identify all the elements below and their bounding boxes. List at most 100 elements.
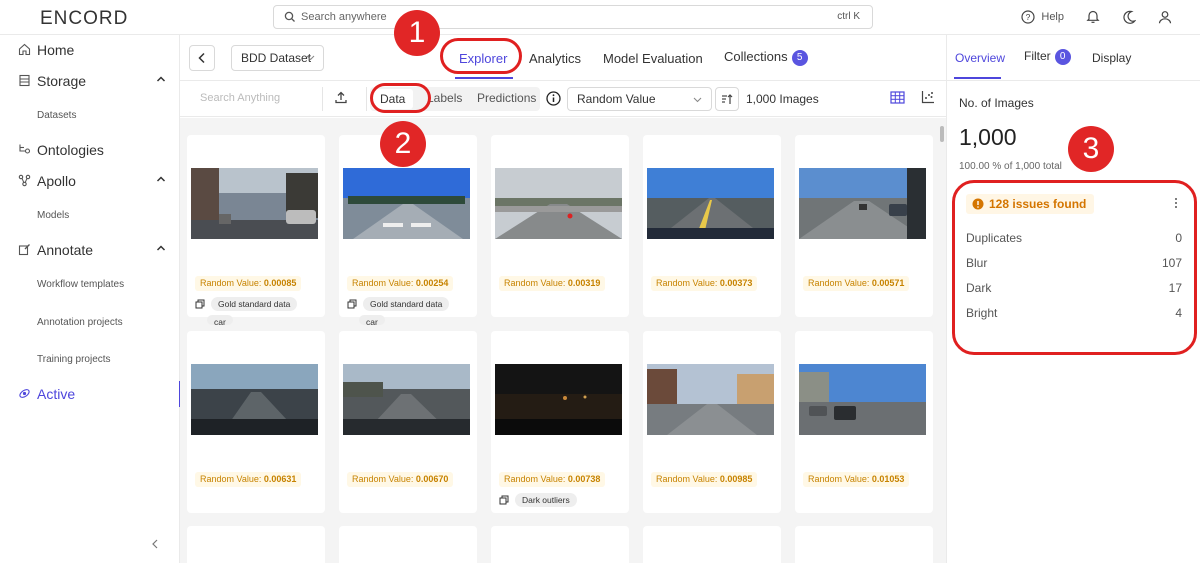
sidebar-item-label: Apollo — [37, 173, 76, 189]
image-card[interactable]: Random Value: 0.01053 — [795, 331, 933, 513]
image-card[interactable] — [339, 526, 477, 563]
sort-direction-button[interactable] — [715, 87, 739, 111]
svg-text:?: ? — [1026, 12, 1031, 22]
image-thumbnail — [495, 364, 622, 435]
random-value-label: Random Value: — [200, 474, 264, 484]
tab-label: Filter — [1024, 49, 1051, 63]
divider — [322, 87, 323, 111]
chevron-up-icon[interactable] — [156, 175, 166, 183]
tab-analytics[interactable]: Analytics — [529, 51, 581, 66]
image-card[interactable]: Random Value: 0.00319 — [491, 135, 629, 317]
tab-model-evaluation[interactable]: Model Evaluation — [603, 51, 703, 66]
moon-icon[interactable] — [1122, 10, 1136, 24]
random-value-label: Random Value: — [352, 474, 416, 484]
sidebar-item-label: Storage — [37, 73, 87, 89]
image-grid: Random Value: 0.00085 Gold standard data… — [180, 118, 946, 563]
sidebar-item-training-projects[interactable]: Training projects — [37, 354, 111, 365]
collection-icon — [195, 299, 205, 309]
image-thumbnail — [647, 364, 774, 435]
image-card[interactable]: Random Value: 0.00085 Gold standard data… — [187, 135, 325, 325]
dataset-selector[interactable]: BDD Dataset — [231, 45, 324, 71]
random-value-badge: Random Value: 0.00571 — [803, 276, 910, 291]
image-card[interactable]: Random Value: 0.00738 Dark outliers — [491, 331, 629, 513]
image-thumbnail — [647, 168, 774, 239]
random-value-label: Random Value: — [808, 278, 872, 288]
image-card[interactable]: Random Value: 0.00571 — [795, 135, 933, 317]
annotation-ring-issues — [952, 180, 1197, 355]
random-value-label: Random Value: — [352, 278, 416, 288]
sort-selector[interactable]: Random Value — [567, 87, 712, 111]
sidebar-item-label: Home — [37, 42, 75, 58]
scatter-view-icon[interactable] — [921, 90, 935, 104]
image-card[interactable]: Random Value: 0.00631 — [187, 331, 325, 513]
tab-underline — [455, 77, 513, 79]
sidebar-item-models[interactable]: Models — [37, 210, 69, 221]
tab-collections[interactable]: Collections 5 — [724, 49, 808, 66]
sidebar-item-active[interactable]: Active — [0, 381, 181, 407]
apollo-icon — [18, 174, 31, 187]
explorer-search-input[interactable]: Search Anything — [200, 92, 280, 104]
random-value-label: Random Value: — [200, 278, 264, 288]
random-value-badge: Random Value: 0.00631 — [195, 472, 302, 487]
image-card[interactable]: Random Value: 0.00985 — [643, 331, 781, 513]
sidebar-item-ontologies[interactable]: Ontologies — [0, 137, 180, 163]
filter-count-badge: 0 — [1054, 49, 1071, 65]
tag-row: Gold standard data — [195, 297, 298, 311]
ontology-icon — [19, 144, 31, 154]
random-value: 0.01053 — [871, 474, 905, 484]
random-value: 0.00631 — [263, 474, 297, 484]
collection-tag: Gold standard data — [211, 297, 298, 311]
segment-labels[interactable]: Labels — [427, 91, 462, 105]
sidebar-item-annotate[interactable]: Annotate — [0, 237, 180, 263]
collapse-sidebar-icon[interactable] — [150, 538, 160, 550]
chevron-up-icon[interactable] — [156, 244, 166, 252]
image-card[interactable] — [491, 526, 629, 563]
annotation-ring-data — [370, 83, 431, 113]
annotate-icon — [18, 244, 30, 256]
help-icon: ? — [1021, 9, 1035, 24]
user-icon[interactable] — [1158, 10, 1172, 24]
image-card[interactable] — [643, 526, 781, 563]
sidebar-item-annotation-projects[interactable]: Annotation projects — [37, 317, 123, 328]
image-card[interactable]: Random Value: 0.00670 — [339, 331, 477, 513]
storage-icon — [19, 74, 30, 87]
top-bar: ENCORD Search anywhere ctrl K ? Help — [0, 0, 1200, 35]
image-card[interactable] — [187, 526, 325, 563]
info-icon[interactable] — [546, 91, 561, 106]
image-thumbnail — [191, 364, 318, 435]
sidebar-item-apollo[interactable]: Apollo — [0, 168, 180, 194]
global-search[interactable]: Search anywhere ctrl K — [273, 5, 873, 29]
sidebar-item-datasets[interactable]: Datasets — [37, 110, 76, 121]
bell-icon[interactable] — [1086, 9, 1100, 24]
random-value-badge: Random Value: 0.00319 — [499, 276, 606, 291]
encord-logo[interactable]: ENCORD — [40, 8, 128, 30]
tab-overview[interactable]: Overview — [955, 51, 1005, 65]
grid-view-icon[interactable] — [890, 91, 905, 104]
tab-label: Collections — [724, 49, 788, 64]
image-card[interactable]: Random Value: 0.00373 — [643, 135, 781, 317]
label-tag: car — [207, 315, 233, 325]
random-value: 0.00319 — [567, 278, 601, 288]
segment-predictions[interactable]: Predictions — [477, 91, 536, 105]
sidebar-item-home[interactable]: Home — [0, 37, 180, 63]
image-card[interactable] — [795, 526, 933, 563]
chevron-left-icon — [198, 52, 205, 64]
random-value-badge: Random Value: 0.00085 — [195, 276, 302, 291]
image-thumbnail — [343, 364, 470, 435]
tab-filter[interactable]: Filter 0 — [1024, 49, 1071, 65]
random-value-label: Random Value: — [656, 474, 720, 484]
help-button[interactable]: ? Help — [1021, 9, 1064, 24]
annotation-marker-1: 1 — [394, 10, 440, 56]
sidebar-item-storage[interactable]: Storage — [0, 68, 180, 94]
sidebar-item-workflow-templates[interactable]: Workflow templates — [37, 279, 124, 290]
tab-display[interactable]: Display — [1092, 51, 1131, 65]
grid-scrollbar[interactable] — [940, 126, 944, 142]
toolbar: Search Anything Data Labels Predictions … — [180, 81, 946, 117]
image-thumbnail — [343, 168, 470, 239]
chevron-down-icon — [306, 55, 315, 61]
search-placeholder: Search anywhere — [301, 11, 387, 23]
random-value: 0.00254 — [415, 278, 449, 288]
upload-icon[interactable] — [335, 91, 347, 104]
chevron-up-icon[interactable] — [156, 75, 166, 83]
back-button[interactable] — [189, 45, 215, 71]
